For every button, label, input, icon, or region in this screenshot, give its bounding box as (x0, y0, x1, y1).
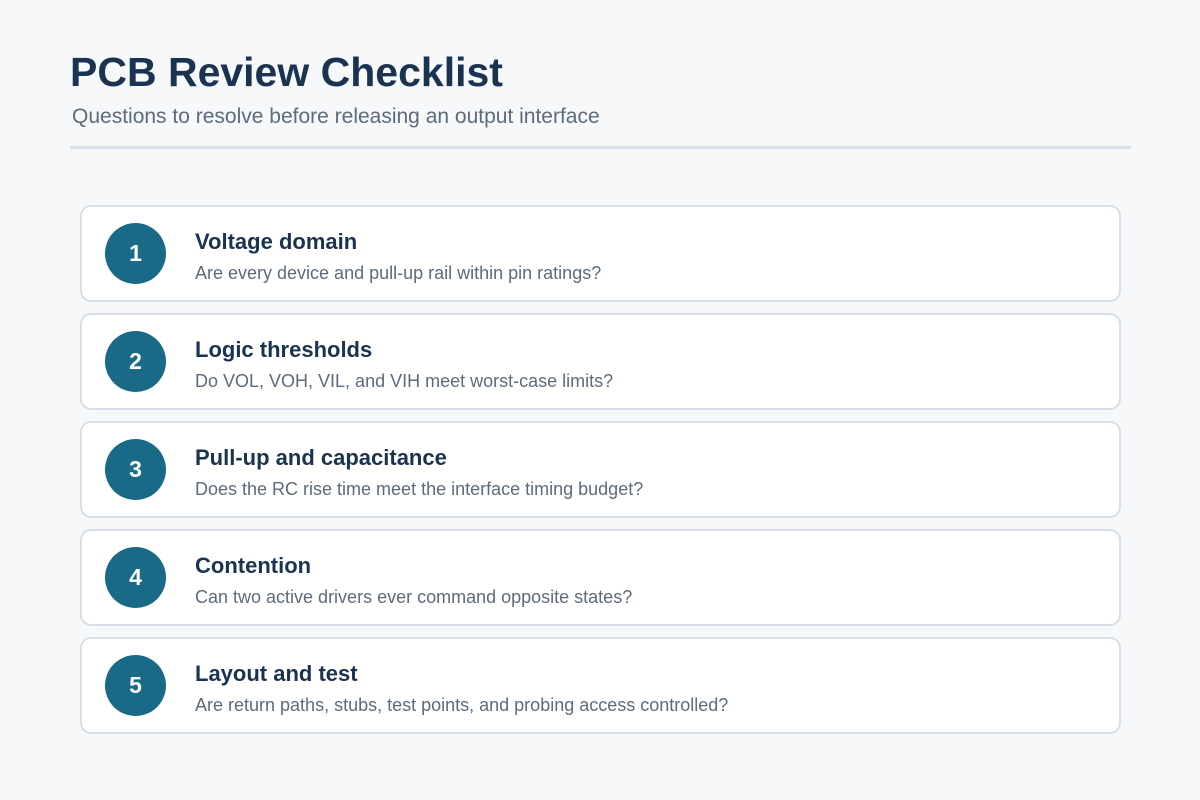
checklist-item-description: Does the RC rise time meet the interface… (195, 479, 644, 499)
checklist-item-description: Are return paths, stubs, test points, an… (195, 695, 729, 715)
checklist-item-title: Contention (195, 553, 312, 578)
checklist-item-pull-up-and-capacitance: 3 Pull-up and capacitance Does the RC ri… (80, 421, 1121, 518)
checklist-item-description: Can two active drivers ever command oppo… (195, 587, 633, 607)
page-title: PCB Review Checklist (70, 49, 503, 95)
checklist-item-description: Are every device and pull-up rail within… (195, 263, 602, 283)
checklist: 1 Voltage domain Are every device and pu… (80, 205, 1121, 745)
checklist-item-voltage-domain: 1 Voltage domain Are every device and pu… (80, 205, 1121, 302)
checklist-item-description: Do VOL, VOH, VIL, and VIH meet worst-cas… (195, 371, 614, 391)
checklist-item-title: Voltage domain (195, 229, 358, 254)
page-header: PCB Review Checklist Questions to resolv… (70, 48, 1130, 130)
step-number-badge: 2 (105, 331, 166, 392)
checklist-item-layout-and-test: 5 Layout and test Are return paths, stub… (80, 637, 1121, 734)
checklist-item-title: Logic thresholds (195, 337, 373, 362)
checklist-item-contention: 4 Contention Can two active drivers ever… (80, 529, 1121, 626)
step-number-badge: 1 (105, 223, 166, 284)
step-number-badge: 4 (105, 547, 166, 608)
checklist-item-logic-thresholds: 2 Logic thresholds Do VOL, VOH, VIL, and… (80, 313, 1121, 410)
header-divider (70, 146, 1131, 149)
step-number-badge: 5 (105, 655, 166, 716)
checklist-item-title: Pull-up and capacitance (195, 445, 447, 470)
checklist-item-title: Layout and test (195, 661, 358, 686)
page-subtitle: Questions to resolve before releasing an… (72, 105, 600, 128)
step-number-badge: 3 (105, 439, 166, 500)
